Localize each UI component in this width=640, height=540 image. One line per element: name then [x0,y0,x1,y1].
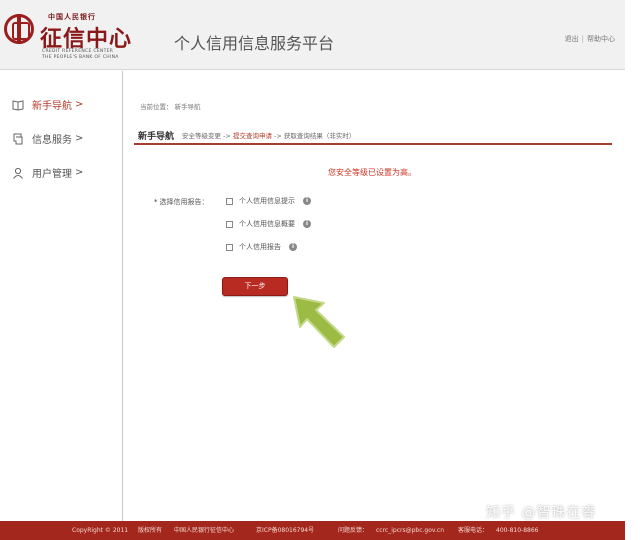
next-step-button[interactable]: 下一步 [222,277,288,296]
checkbox[interactable] [226,220,233,228]
checkbox[interactable] [226,197,233,205]
steps-bar: 新手导航 安全等级变更 -> 提交查询申请 -> 获取查询结果（非实时） [134,127,612,145]
footer-email[interactable]: ccrc_ipcrs@pbc.gov.cn [376,521,444,540]
header-links-separator: | [581,35,584,43]
document-icon [13,133,23,144]
step-get-result: -> 获取查询结果（非实时） [271,132,356,140]
step-security-level: 安全等级变更 -> [182,132,233,140]
footer-feedback-label: 问题反馈： [338,527,369,534]
checkbox[interactable] [226,243,233,251]
steps-title: 新手导航 [138,131,175,142]
platform-title: 个人信用信息服务平台 [174,34,335,53]
info-icon[interactable]: i [303,197,311,205]
breadcrumb-prefix: 当前位置： [140,103,173,111]
footer-copyright: CopyRight © 2011 [72,527,129,534]
info-icon[interactable]: i [289,243,297,251]
footer: CopyRight © 2011 版权所有 中国人民银行征信中心 京ICP备08… [0,521,625,540]
sidebar-item-arrow: > [75,99,84,110]
sidebar-item-label: 用户管理 [32,169,72,180]
user-icon [13,167,23,179]
required-marker: * [154,198,158,206]
logo-english-line2: THE PEOPLE'S BANK OF CHINA [42,55,119,60]
sidebar-item-label: 新手导航 [32,101,72,112]
footer-hotline-label: 客服电话： [458,527,489,534]
option-credit-info-hint[interactable]: 个人信用信息提示 i [226,196,311,206]
report-select-label: * 选择信用报告： [154,197,209,207]
sidebar-item-arrow: > [75,167,84,178]
option-credit-info-summary[interactable]: 个人信用信息概要 i [226,219,311,229]
report-select-label-text: 选择信用报告： [159,198,209,206]
option-label: 个人信用信息概要 [239,220,295,228]
footer-hotline: 400-810-8866 [496,527,539,534]
sidebar-item-info-service[interactable]: 信息服务 > [12,131,83,146]
logo-english-line1: CREDIT REFERENCE CENTER [42,49,114,54]
option-label: 个人信用信息提示 [239,197,295,205]
header-links: 退出 | 帮助中心 [565,34,615,44]
help-center-link[interactable]: 帮助中心 [587,35,615,43]
breadcrumb-current[interactable]: 新手导航 [175,103,201,111]
step-submit-query: 提交查询申请 [232,132,272,140]
watermark: 知乎 @智珠在睿 [486,505,597,521]
sidebar-item-user-management[interactable]: 用户管理 > [12,165,83,180]
option-credit-report[interactable]: 个人信用报告 i [226,242,297,252]
main-content: 当前位置： 新手导航 新手导航 安全等级变更 -> 提交查询申请 -> 获取查询结… [124,71,625,521]
info-icon[interactable]: i [303,220,311,228]
option-label: 个人信用报告 [239,243,281,251]
sidebar-item-guide[interactable]: 新手导航 > [12,97,83,112]
credit-center-logo-icon[interactable] [4,14,34,44]
security-level-notice: 您安全等级已设置为高。 [328,168,416,177]
breadcrumb: 当前位置： 新手导航 [140,101,201,111]
book-icon [12,99,24,111]
sidebar-item-label: 信息服务 [32,135,72,146]
steps-progress: 安全等级变更 -> 提交查询申请 -> 获取查询结果（非实时） [182,130,355,140]
footer-rights: 版权所有 [138,527,163,534]
sidebar-item-arrow: > [75,133,84,144]
sidebar: 新手导航 > 信息服务 > 用户管理 > [0,71,123,521]
footer-org: 中国人民银行征信中心 [174,527,235,534]
logout-link[interactable]: 退出 [565,35,579,43]
pointer-arrow-icon [293,296,345,348]
footer-icp[interactable]: 京ICP备08016794号 [256,521,314,540]
header: 中国人民银行 征信中心 CREDIT REFERENCE CENTER THE … [0,0,625,70]
